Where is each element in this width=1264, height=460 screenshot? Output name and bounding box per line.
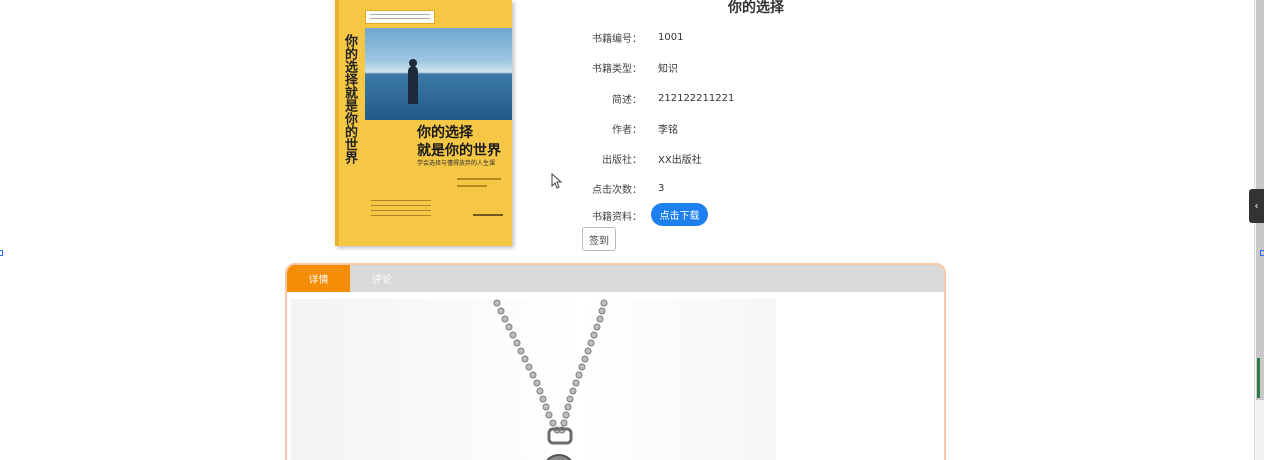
cover-blurb	[365, 10, 435, 24]
chevron-left-icon[interactable]: ‹	[1249, 189, 1264, 223]
info-row-clicks: 点击次数： 3	[560, 178, 664, 198]
cover-divider	[457, 178, 501, 180]
info-row-publisher: 出版社： XX出版社	[560, 148, 702, 168]
details-tab-panel: 详情 评论	[285, 263, 946, 460]
cover-title-line-1: 你的选择	[417, 125, 473, 141]
side-green-tab[interactable]	[1257, 358, 1260, 398]
info-value: 知识	[658, 63, 678, 75]
info-label: 出版社：	[602, 154, 642, 166]
edge-marker-left	[0, 250, 3, 256]
cover-publisher-logo	[473, 208, 503, 216]
info-label: 作者：	[612, 124, 642, 136]
cover-photo	[365, 28, 512, 120]
info-value: XX出版社	[658, 154, 702, 166]
info-label: 简述：	[612, 94, 642, 106]
info-row-summary: 简述： 212122211221	[560, 88, 734, 108]
detail-image	[291, 299, 776, 460]
edge-marker-right	[1260, 250, 1264, 256]
info-row-materials: 书籍资料：	[560, 205, 642, 225]
info-row-author: 作者： 李铭	[560, 118, 678, 138]
info-value: 3	[658, 182, 665, 194]
info-value: 212122211221	[658, 92, 735, 104]
info-label: 书籍资料：	[592, 211, 642, 223]
info-value: 1001	[658, 31, 684, 43]
cover-subtitle: 学会选择与懂得放弃的人生课	[417, 160, 496, 167]
info-label: 点击次数：	[592, 184, 642, 196]
tab-bar: 详情 评论	[287, 265, 944, 292]
tab-details[interactable]: 详情	[287, 265, 350, 292]
signin-button[interactable]: 签到	[582, 227, 616, 251]
book-title: 你的选择	[728, 0, 784, 16]
info-row-id: 书籍编号： 1001	[560, 27, 683, 47]
info-row-type: 书籍类型： 知识	[560, 57, 678, 77]
cover-bottom-text	[371, 196, 431, 226]
download-button[interactable]: 点击下载	[651, 203, 708, 226]
mouse-pointer-icon	[551, 173, 563, 189]
book-cover-image: 你的选择就是你的世界 你的选择 就是你的世界 学会选择与懂得放弃的人生课	[335, 0, 512, 246]
info-value: 李铭	[658, 124, 678, 136]
tab-comments[interactable]: 评论	[350, 265, 414, 292]
info-label: 书籍类型：	[592, 63, 642, 75]
info-label: 书籍编号：	[592, 33, 642, 45]
cover-divider	[457, 185, 487, 187]
cover-title-line-2: 就是你的世界	[417, 143, 501, 159]
cover-vertical-title: 你的选择就是你的世界	[342, 34, 357, 164]
necklace-chain-image	[493, 299, 608, 460]
